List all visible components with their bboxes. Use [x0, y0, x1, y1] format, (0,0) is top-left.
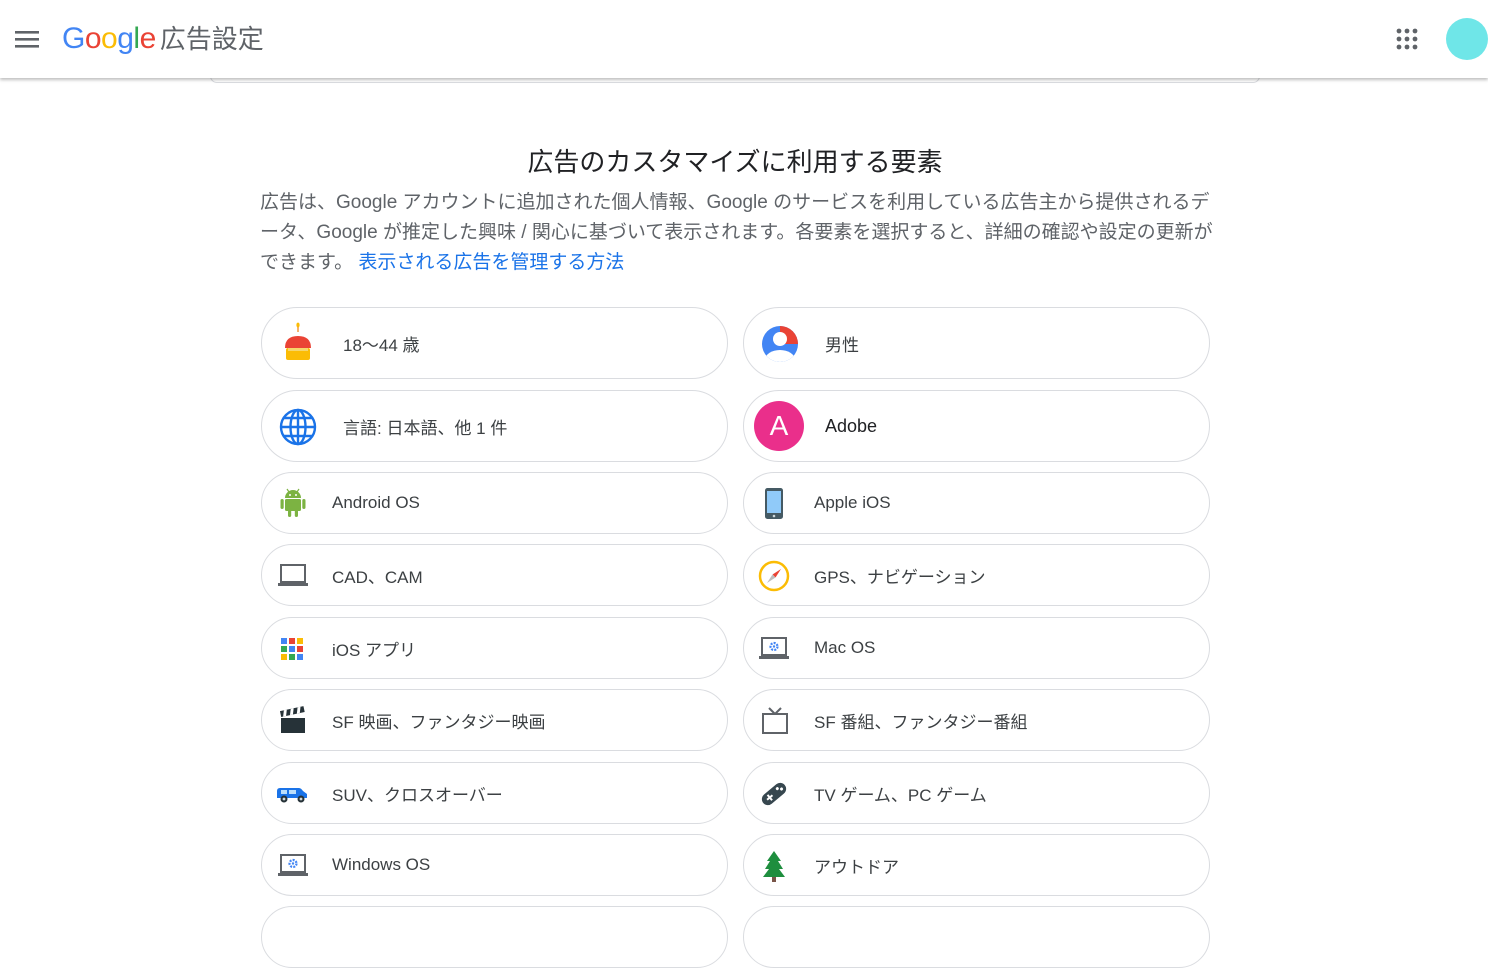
factor-sf-tv-shows[interactable]: SF 番組、ファンタジー番組 — [743, 689, 1210, 751]
phone-icon — [762, 487, 786, 521]
manage-ads-link[interactable]: 表示される広告を管理する方法 — [358, 252, 624, 273]
gamepad-icon — [758, 778, 790, 810]
factor-label: Windows OS — [332, 855, 431, 874]
app-logo[interactable]: Google 広告設定 — [62, 22, 264, 56]
factor-mac-os[interactable]: Mac OS — [743, 617, 1210, 679]
letter-avatar-icon: A — [754, 401, 804, 451]
person-icon — [760, 324, 800, 364]
app-grid-icon — [280, 637, 304, 661]
clapperboard-icon — [278, 706, 308, 736]
top-app-bar: Google 広告設定 — [0, 0, 1488, 78]
factor-windows-os[interactable]: Windows OS — [261, 834, 728, 896]
factor-label: SUV、クロスオーバー — [332, 785, 503, 805]
birthday-cake-icon — [282, 322, 314, 364]
factor-label: 男性 — [825, 335, 859, 355]
factor-label: TV ゲーム、PC ゲーム — [814, 785, 987, 805]
factor-next-row-left[interactable] — [261, 906, 728, 968]
globe-icon — [278, 407, 318, 447]
factor-label: 18〜44 歳 — [343, 335, 420, 355]
apps-grid-icon[interactable] — [1396, 28, 1418, 50]
factor-suv-crossover[interactable]: SUV、クロスオーバー — [261, 762, 728, 824]
factor-label: アウトドア — [814, 857, 899, 877]
factor-gender[interactable]: 男性 — [743, 307, 1210, 379]
factor-label: Apple iOS — [814, 493, 891, 512]
tree-icon — [761, 849, 787, 883]
factor-age[interactable]: 18〜44 歳 — [261, 307, 728, 379]
factor-apple-ios[interactable]: Apple iOS — [743, 472, 1210, 534]
factor-adobe[interactable]: A Adobe — [743, 390, 1210, 462]
compass-icon — [758, 560, 790, 592]
android-icon — [278, 487, 308, 519]
factor-label: CAD、CAM — [332, 567, 423, 587]
section-title: 広告のカスタマイズに利用する要素 — [527, 147, 943, 177]
hamburger-menu-icon[interactable] — [14, 28, 40, 50]
account-avatar[interactable] — [1446, 18, 1488, 60]
factor-gps-navigation[interactable]: GPS、ナビゲーション — [743, 544, 1210, 606]
factor-label: SF 番組、ファンタジー番組 — [814, 712, 1028, 732]
factor-label: 言語: 日本語、他 1 件 — [343, 418, 508, 438]
car-icon — [275, 782, 309, 806]
google-wordmark: Google — [62, 22, 156, 55]
factor-label: SF 映画、ファンタジー映画 — [332, 712, 546, 732]
factor-video-games[interactable]: TV ゲーム、PC ゲーム — [743, 762, 1210, 824]
factor-next-row-right[interactable] — [743, 906, 1210, 968]
factor-ios-apps[interactable]: iOS アプリ — [261, 617, 728, 679]
factor-cad-cam[interactable]: CAD、CAM — [261, 544, 728, 606]
section-description: 広告は、Google アカウントに追加された個人情報、Google のサービスを… — [260, 188, 1220, 278]
factor-label: Adobe — [825, 415, 878, 436]
factor-android-os[interactable]: Android OS — [261, 472, 728, 534]
laptop-gear-icon — [277, 852, 309, 880]
factor-label: Mac OS — [814, 638, 876, 657]
factor-outdoors[interactable]: アウトドア — [743, 834, 1210, 896]
product-name: 広告設定 — [159, 24, 264, 54]
laptop-icon — [277, 562, 309, 590]
factor-label: iOS アプリ — [332, 640, 417, 660]
factor-language[interactable]: 言語: 日本語、他 1 件 — [261, 390, 728, 462]
avatar-letter: A — [769, 410, 789, 441]
factor-label: GPS、ナビゲーション — [814, 567, 986, 587]
factor-sf-movies[interactable]: SF 映画、ファンタジー映画 — [261, 689, 728, 751]
factor-label: Android OS — [332, 493, 420, 512]
laptop-gear-icon — [758, 635, 790, 663]
tv-icon — [760, 705, 790, 737]
